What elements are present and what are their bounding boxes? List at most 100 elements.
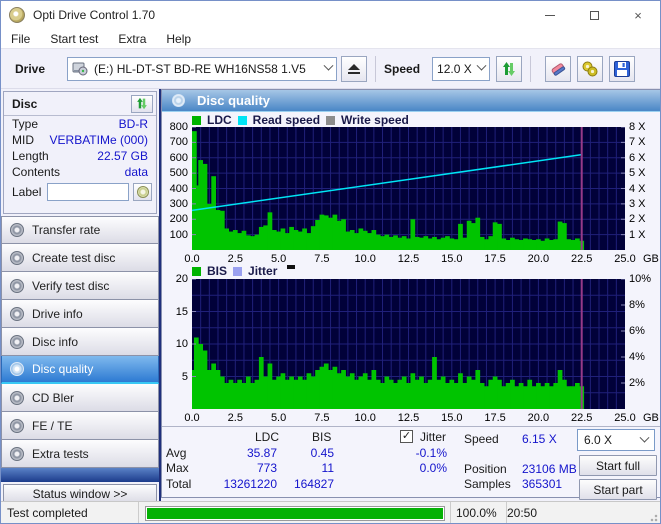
sidebar-item-extra-tests[interactable]: Extra tests: [1, 440, 159, 468]
x-axis-tick-label: 5.0: [270, 412, 287, 424]
disc-icon: [10, 362, 24, 376]
speed-stat-value: 6.15 X: [522, 432, 557, 446]
disc-contents-value: data: [124, 165, 148, 179]
menu-extra[interactable]: Extra: [108, 30, 156, 48]
avg-ldc-value: 35.87: [246, 446, 277, 460]
y-axis-tick-label: 800: [169, 121, 188, 133]
sidebar-item-fe-te[interactable]: FE / TE: [1, 412, 159, 440]
disc-label-input[interactable]: [47, 183, 130, 201]
test-speed-value: 6.0 X: [584, 433, 613, 447]
sidebar-item-label: FE / TE: [32, 418, 73, 433]
chevron-down-icon: [639, 432, 650, 443]
speed-label: Speed: [384, 61, 421, 76]
panel-header: Disc quality: [162, 90, 660, 112]
eject-button[interactable]: [341, 55, 368, 82]
ldc-swatch: [192, 115, 201, 125]
y-axis-tick-label: 500: [169, 167, 188, 180]
sidebar-item-label: Extra tests: [32, 446, 89, 461]
close-button[interactable]: ×: [616, 1, 660, 29]
total-bis-value: 164827: [293, 477, 334, 491]
x-axis-tick-label: 0.0: [184, 412, 200, 424]
disc-icon: [10, 306, 24, 321]
x-axis-tick-label: 12.5: [397, 253, 420, 265]
disc-icon: [10, 390, 24, 405]
speed-select[interactable]: 12.0 X: [432, 56, 491, 81]
jitter-checkbox[interactable]: ✓: [400, 430, 413, 443]
right-axis-tick-label: 2%: [629, 377, 645, 389]
test-speed-select[interactable]: 6.0 X: [577, 429, 655, 451]
disc-type-label: Type: [12, 117, 39, 131]
chevron-down-icon: [476, 60, 487, 71]
avg-bis-value: 0.45: [310, 446, 334, 460]
maximize-button[interactable]: [572, 1, 616, 29]
drive-value: (E:) HL-DT-ST BD-RE WH16NS58 1.V5: [94, 61, 306, 76]
position-stat-value: 23106 MB: [522, 462, 577, 476]
drive-select[interactable]: (E:) HL-DT-ST BD-RE WH16NS58 1.V5: [67, 56, 338, 81]
save-floppy-icon: [614, 60, 631, 77]
samples-stat-label: Samples: [464, 477, 511, 491]
y-axis-tick-label: 400: [169, 182, 188, 195]
total-row-label: Total: [166, 477, 192, 491]
erase-disc-button[interactable]: [545, 55, 572, 82]
x-axis-unit-label: GB: [643, 412, 659, 424]
sidebar-item-label: Drive info: [32, 306, 83, 321]
eject-icon: [348, 63, 361, 74]
sidebar-item-cd-bler[interactable]: CD Bler: [1, 384, 159, 412]
jitter-column-header: Jitter: [420, 430, 447, 444]
y-axis-tick-label: 15: [175, 305, 188, 318]
resize-grip[interactable]: [648, 512, 658, 522]
legend-marker: [287, 265, 296, 269]
y-axis-tick-label: 300: [169, 197, 188, 210]
right-axis-tick-label: 1 X: [629, 228, 646, 241]
sidebar-item-disc-info[interactable]: Disc info: [1, 328, 159, 356]
legend-label: LDC: [207, 113, 232, 127]
disc-icon: [10, 223, 24, 237]
x-axis-tick-label: 7.5: [314, 253, 330, 265]
sidebar-item-transfer-rate[interactable]: Transfer rate: [1, 216, 159, 244]
tools-button[interactable]: [577, 55, 604, 82]
refresh-arrows-icon: [503, 61, 516, 76]
position-stat-label: Position: [464, 462, 507, 476]
menu-start-test[interactable]: Start test: [40, 30, 108, 48]
x-axis-tick-label: 7.5: [314, 412, 330, 424]
disc-icon: [10, 334, 24, 349]
x-axis-tick-label: 10.0: [354, 412, 376, 424]
right-axis-tick-label: 4%: [629, 351, 645, 363]
title-bar: Opti Drive Control 1.70 ×: [1, 1, 660, 29]
sidebar-item-create-test-disc[interactable]: Create test disc: [1, 244, 159, 272]
samples-stat-value: 365301: [522, 477, 563, 491]
drive-label: Drive: [15, 61, 46, 76]
sidebar-item-label: CD Bler: [32, 390, 75, 405]
x-axis-tick-label: 22.5: [570, 253, 593, 265]
disc-icon: [10, 418, 24, 433]
legend-label: Write speed: [341, 113, 409, 127]
y-axis-tick-label: 20: [175, 273, 188, 285]
y-axis-tick-label: 5: [181, 370, 188, 383]
max-ldc-value: 773: [256, 461, 277, 475]
app-window: Opti Drive Control 1.70 × File Start tes…: [0, 0, 661, 524]
sidebar-item-drive-info[interactable]: Drive info: [1, 300, 159, 328]
right-axis-tick-label: 10%: [629, 273, 652, 285]
save-button[interactable]: [609, 55, 636, 82]
refresh-disc-button[interactable]: [131, 94, 153, 113]
start-full-button[interactable]: Start full: [579, 455, 657, 476]
disc-label-button[interactable]: [133, 183, 152, 201]
max-jitter-value: 0.0%: [419, 461, 447, 475]
x-axis-tick-label: 12.5: [397, 412, 420, 424]
minimize-button[interactable]: [528, 1, 572, 29]
menu-help[interactable]: Help: [156, 30, 201, 48]
chart1-legend: LDC Read speed Write speed: [192, 113, 409, 127]
sidebar-item-verify-test-disc[interactable]: Verify test disc: [1, 272, 159, 300]
y-axis-tick-label: 700: [169, 136, 188, 149]
sidebar-item-label: Create test disc: [32, 250, 116, 265]
maximize-icon: [589, 10, 599, 20]
ldc-column-header: LDC: [255, 430, 280, 444]
refresh-speed-button[interactable]: [496, 55, 523, 82]
start-part-button[interactable]: Start part: [579, 479, 657, 500]
legend-label: Read speed: [252, 113, 321, 127]
max-bis-value: 11: [321, 461, 334, 475]
progress-percent: 100.0%: [450, 502, 506, 523]
sidebar-item-disc-quality[interactable]: Disc quality: [1, 356, 159, 384]
menu-file[interactable]: File: [1, 30, 40, 48]
avg-row-label: Avg: [166, 446, 187, 460]
